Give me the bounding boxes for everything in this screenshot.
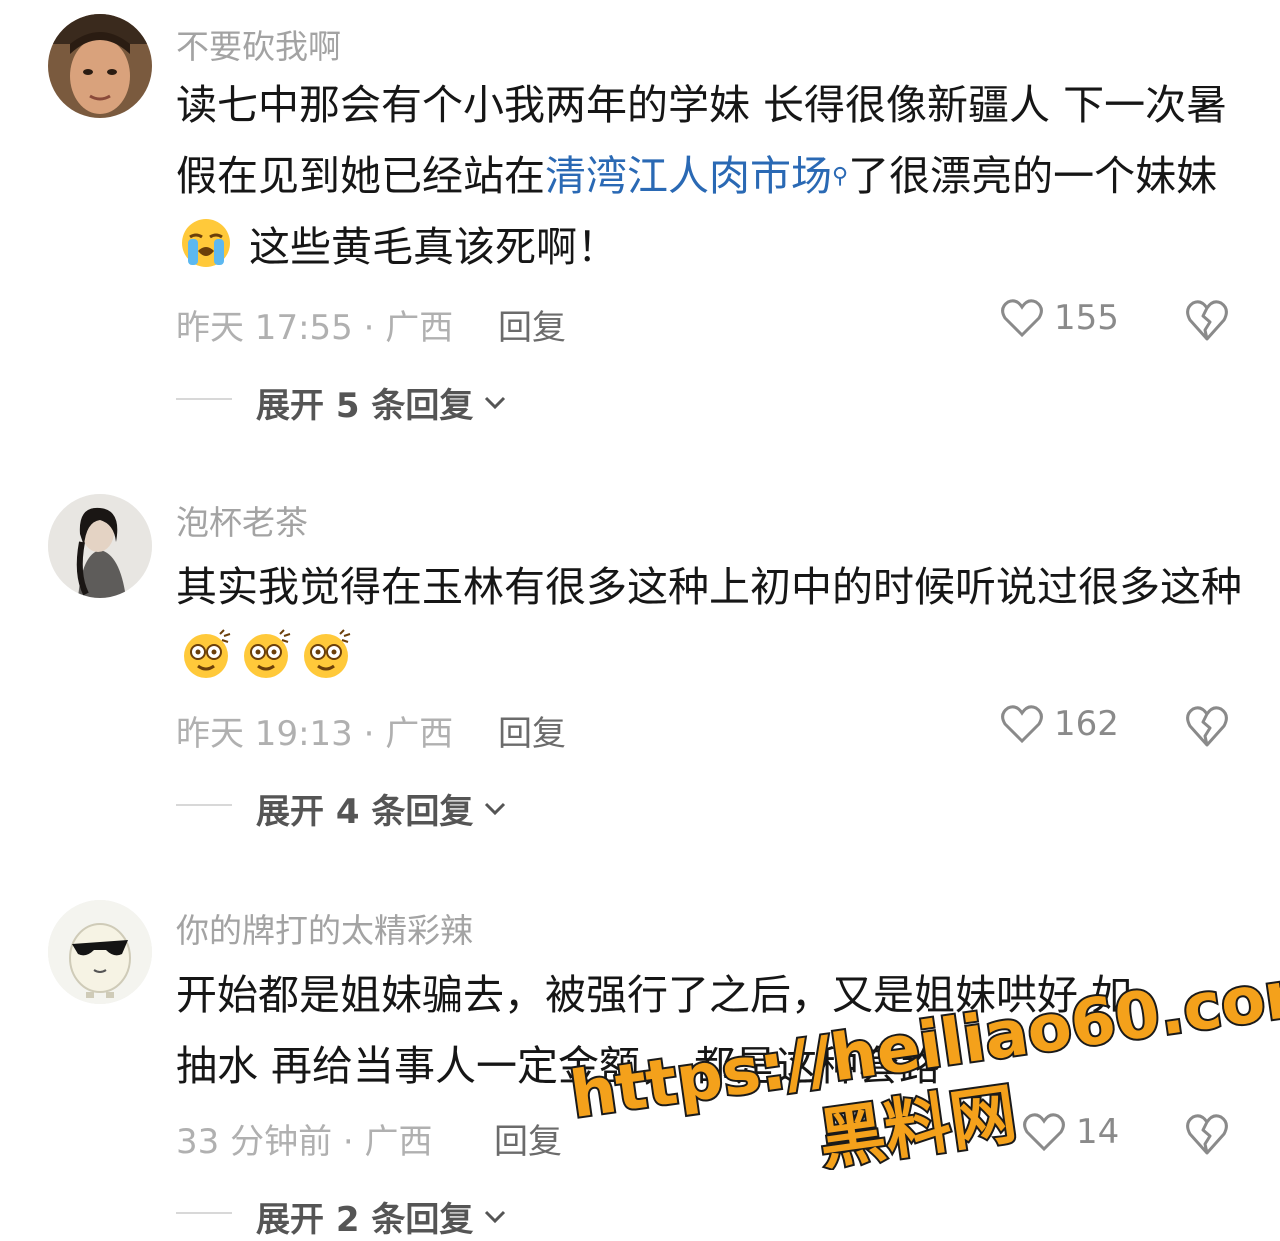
reply-button[interactable]: 回复 — [494, 1114, 562, 1163]
comment-text-part: 这些黄毛真该死啊！ — [236, 223, 619, 271]
avatar[interactable] — [48, 900, 152, 1004]
expand-replies-button[interactable]: 展开 2 条回复 — [256, 1192, 507, 1241]
timestamp-location: 昨天 19:13 · 广西 — [176, 714, 454, 754]
search-link[interactable]: 清湾江人肉市场 — [545, 152, 832, 200]
like-count: 14 — [1076, 1112, 1120, 1152]
comment-text: 其实我觉得在玉林有很多这种上初中的时候听说过很多这种 — [176, 552, 1256, 694]
chevron-down-icon — [485, 802, 506, 815]
divider — [176, 804, 232, 806]
heart-icon — [1001, 705, 1043, 744]
username[interactable]: 你的牌打的太精彩辣 — [176, 904, 473, 952]
loudly-crying-face-emoji — [182, 219, 230, 267]
like-button[interactable]: 162 — [1000, 704, 1119, 744]
comment-text-line: 开始都是姐妹骗去，被强行了之后，又是姐妹哄好 如 — [176, 971, 1133, 1019]
expand-replies-label: 展开 4 条回复 — [256, 792, 474, 832]
like-count: 162 — [1054, 704, 1119, 744]
expand-replies-label: 展开 2 条回复 — [256, 1200, 474, 1240]
timestamp-location: 昨天 17:55 · 广西 — [176, 308, 454, 348]
heart-icon — [1023, 1113, 1065, 1152]
username[interactable]: 泡杯老茶 — [176, 496, 308, 544]
chevron-down-icon — [485, 1210, 506, 1223]
broken-heart-icon[interactable] — [1184, 1112, 1230, 1156]
reply-button[interactable]: 回复 — [498, 300, 566, 349]
avatar[interactable] — [48, 14, 152, 118]
comment-text-part: 其实我觉得在玉林有很多这种上初中的时候听说过很多这种 — [176, 563, 1242, 611]
expand-replies-label: 展开 5 条回复 — [256, 386, 474, 426]
comment-text-part: 了很漂亮的一个妹妹 — [848, 152, 1218, 200]
divider — [176, 398, 232, 400]
broken-heart-icon[interactable] — [1184, 298, 1230, 342]
like-button[interactable]: 155 — [1000, 298, 1119, 338]
divider — [176, 1212, 232, 1214]
dizzy-face-emoji — [304, 629, 351, 678]
search-icon[interactable]: ⚲ — [832, 164, 848, 189]
broken-heart-icon[interactable] — [1184, 704, 1230, 748]
heart-icon — [1001, 299, 1043, 338]
timestamp-location: 33 分钟前 · 广西 — [176, 1122, 433, 1162]
comment-text: 开始都是姐妹骗去，被强行了之后，又是姐妹哄好 如 抽水 再给当事人一定金额， 都… — [176, 960, 1256, 1102]
expand-replies-button[interactable]: 展开 4 条回复 — [256, 784, 507, 833]
like-button[interactable]: 14 — [1022, 1112, 1119, 1152]
dizzy-face-emoji — [244, 629, 291, 678]
dizzy-face-emoji — [184, 629, 231, 678]
like-count: 155 — [1054, 298, 1119, 338]
avatar[interactable] — [48, 494, 152, 598]
username[interactable]: 不要砍我啊 — [176, 20, 341, 68]
comment-text-line: 抽水 再给当事人一定金额， 都是这种套路 — [176, 1042, 941, 1090]
comment-text: 读七中那会有个小我两年的学妹 长得很像新疆人 下一次暑假在见到她已经站在清湾江人… — [176, 70, 1256, 283]
expand-replies-button[interactable]: 展开 5 条回复 — [256, 378, 507, 427]
chevron-down-icon — [485, 396, 506, 409]
reply-button[interactable]: 回复 — [498, 706, 566, 755]
